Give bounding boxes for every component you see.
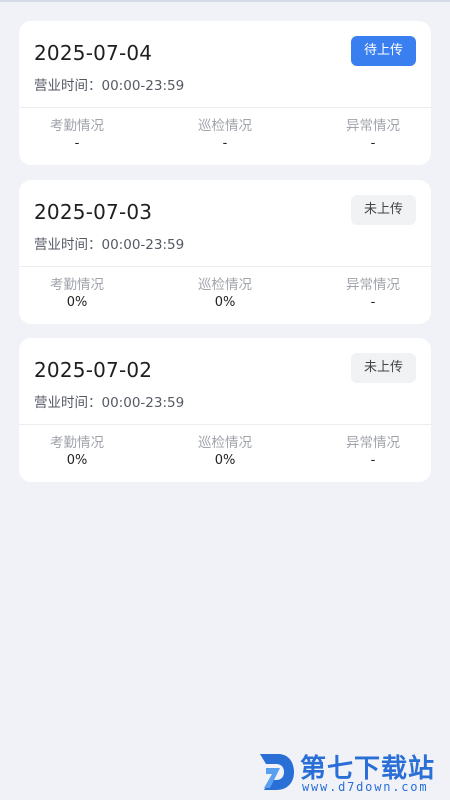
stat-value: - [222,136,228,151]
status-badge[interactable]: 待上传 [350,36,416,66]
record-date: 2025-07-03 [34,200,153,224]
d7-logo-icon [260,754,294,790]
stat-label: 异常情况 [346,435,400,451]
stat-label: 考勤情况 [50,435,104,451]
business-hours: 营业时间：00:00-23:59 [34,78,185,94]
stat-value: 0% [66,295,88,310]
card-divider [19,266,431,267]
record-date: 2025-07-02 [34,358,153,382]
record-card[interactable]: 2025-07-04 营业时间：00:00-23:59 待上传 考勤情况 - 巡… [19,21,431,165]
stat-value: 0% [66,453,88,468]
stats-row: 考勤情况 - 巡检情况 - 异常情况 - [19,117,431,157]
stat-value: - [74,136,80,151]
stat-exception: 异常情况 - [323,276,423,311]
business-hours: 营业时间：00:00-23:59 [34,237,185,253]
stat-attendance: 考勤情况 - [27,117,127,152]
card-divider [19,424,431,425]
stat-exception: 异常情况 - [323,434,423,469]
stat-value: - [370,136,376,151]
stat-inspection: 巡检情况 - [175,117,275,152]
watermark-url: www.d7down.com [302,780,429,794]
stat-label: 异常情况 [346,118,400,134]
business-hours: 营业时间：00:00-23:59 [34,395,185,411]
record-card[interactable]: 2025-07-02 营业时间：00:00-23:59 未上传 考勤情况 0% … [19,338,431,482]
record-card[interactable]: 2025-07-03 营业时间：00:00-23:59 未上传 考勤情况 0% … [19,180,431,324]
record-list-page: 2025-07-04 营业时间：00:00-23:59 待上传 考勤情况 - 巡… [0,0,450,800]
stat-attendance: 考勤情况 0% [27,434,127,469]
stat-label: 考勤情况 [50,118,104,134]
stat-label: 异常情况 [346,277,400,293]
stat-exception: 异常情况 - [323,117,423,152]
stat-value: 0% [214,295,236,310]
card-divider [19,107,431,108]
status-badge[interactable]: 未上传 [350,195,416,225]
stat-value: 0% [214,453,236,468]
stats-row: 考勤情况 0% 巡检情况 0% 异常情况 - [19,276,431,316]
stats-row: 考勤情况 0% 巡检情况 0% 异常情况 - [19,434,431,474]
stat-label: 巡检情况 [198,435,252,451]
stat-inspection: 巡检情况 0% [175,434,275,469]
stat-value: - [370,295,376,310]
stat-value: - [370,453,376,468]
stat-attendance: 考勤情况 0% [27,276,127,311]
stat-label: 考勤情况 [50,277,104,293]
site-watermark: 第七下载站 www.d7down.com [256,748,446,796]
stat-label: 巡检情况 [198,277,252,293]
stat-inspection: 巡检情况 0% [175,276,275,311]
record-date: 2025-07-04 [34,41,153,65]
top-accent-line [0,0,450,2]
stat-label: 巡检情况 [198,118,252,134]
status-badge[interactable]: 未上传 [350,353,416,383]
